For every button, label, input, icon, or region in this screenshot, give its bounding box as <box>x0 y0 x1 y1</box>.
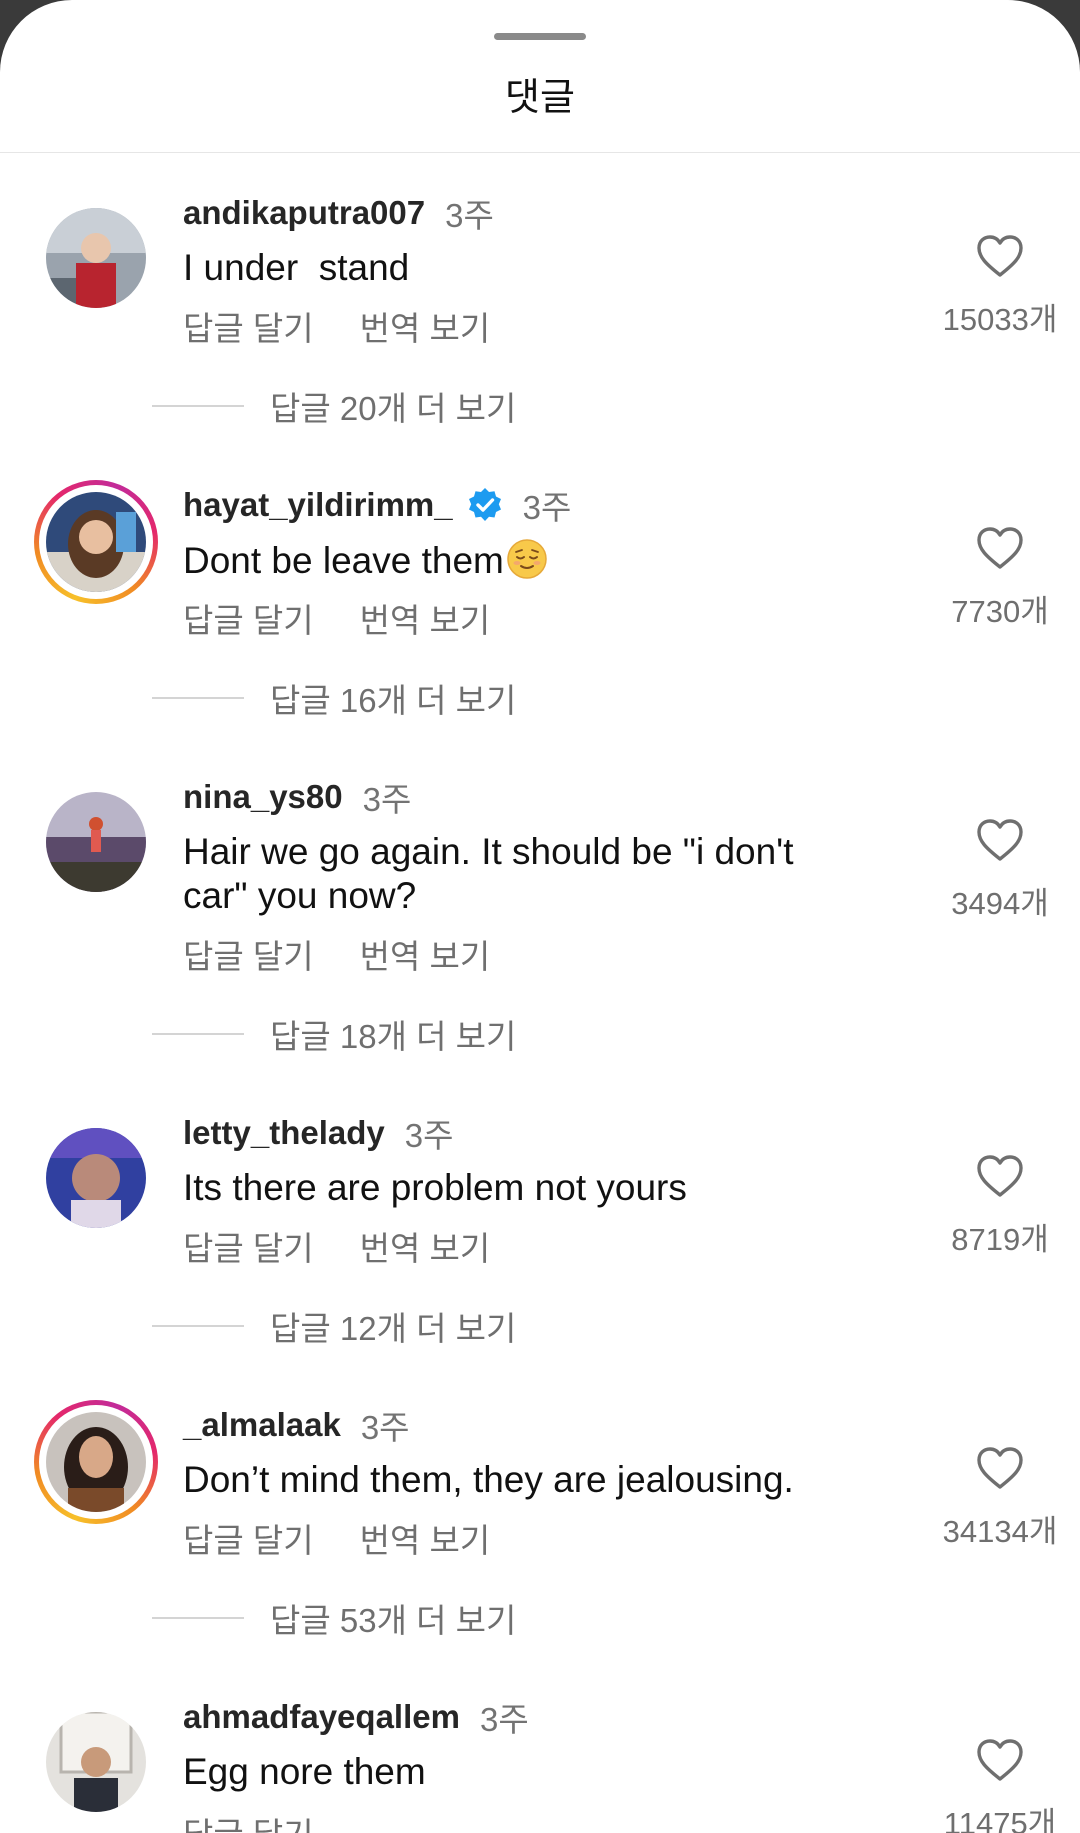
comment-time: 3주 <box>404 1117 454 1154</box>
translate-button[interactable]: 번역 보기 <box>360 1222 491 1270</box>
reply-button[interactable]: 답글 달기 <box>183 302 314 350</box>
comment-username[interactable]: letty_thelady <box>183 1114 385 1152</box>
like-count: 11475개 <box>943 1806 1057 1833</box>
view-more-replies[interactable]: 답글 18개 더 보기 <box>152 1014 516 1055</box>
like-count: 7730개 <box>951 594 1049 629</box>
comment-time: 3주 <box>445 197 494 234</box>
avatar-button[interactable] <box>34 780 158 904</box>
comment-time: 3주 <box>360 1409 410 1446</box>
view-more-replies[interactable]: 답글 20개 더 보기 <box>152 386 516 427</box>
heart-outline-icon[interactable] <box>976 1154 1024 1198</box>
translate-button[interactable]: 번역 보기 <box>360 1514 491 1562</box>
reply-button[interactable]: 답글 달기 <box>183 1514 314 1562</box>
drag-handle[interactable] <box>494 33 586 40</box>
avatar <box>46 208 146 308</box>
reply-button[interactable]: 답글 달기 <box>183 930 314 978</box>
comment-time: 3주 <box>362 781 412 818</box>
comment-text-content: Dont be leave them <box>183 540 504 581</box>
avatar-button[interactable] <box>34 1700 158 1824</box>
comment-username[interactable]: nina_ys80 <box>183 778 343 816</box>
heart-outline-icon[interactable] <box>976 234 1024 278</box>
comment-username[interactable]: andikaputra007 <box>183 194 425 232</box>
avatar <box>46 1712 146 1812</box>
replies-line <box>152 1033 244 1035</box>
like-count: 8719개 <box>951 1222 1049 1257</box>
view-more-replies-label: 답글 16개 더 보기 <box>270 682 517 719</box>
like-count: 15033개 <box>942 302 1058 337</box>
verified-badge-icon <box>468 488 501 521</box>
heart-outline-icon[interactable] <box>976 1738 1024 1782</box>
replies-line <box>152 697 244 699</box>
avatar <box>46 792 146 892</box>
avatar-button[interactable] <box>34 1116 158 1240</box>
comment-text: I under stand <box>183 247 410 288</box>
translate-button[interactable]: 번역 보기 <box>360 302 491 350</box>
view-more-replies[interactable]: 답글 12개 더 보기 <box>152 1306 516 1347</box>
avatar-button[interactable] <box>34 196 158 320</box>
view-more-replies[interactable]: 답글 16개 더 보기 <box>152 678 516 719</box>
view-more-replies-label: 답글 20개 더 보기 <box>270 390 517 427</box>
heart-outline-icon[interactable] <box>976 818 1024 862</box>
view-more-replies-label: 답글 12개 더 보기 <box>270 1310 517 1347</box>
comment-time: 3주 <box>522 489 572 526</box>
comment-username[interactable]: hayat_yildirimm_ <box>183 486 453 524</box>
sheet-title: 댓글 <box>505 75 575 119</box>
like-count: 3494개 <box>951 886 1049 921</box>
header-divider <box>0 152 1080 153</box>
comment-username[interactable]: ahmadfayeqallem <box>183 1698 460 1736</box>
translate-button[interactable]: 번역 보기 <box>360 594 491 642</box>
comment-text: Its there are problem not yours <box>183 1167 687 1208</box>
heart-outline-icon[interactable] <box>976 1446 1024 1490</box>
comments-sheet: 댓글 andikaputra007 3주 I under stand 답글 달기… <box>0 0 1080 1833</box>
replies-line <box>152 1617 244 1619</box>
view-more-replies[interactable]: 답글 53개 더 보기 <box>152 1598 516 1639</box>
view-more-replies-label: 답글 53개 더 보기 <box>270 1602 517 1639</box>
heart-outline-icon[interactable] <box>976 526 1024 570</box>
comment-time: 3주 <box>479 1701 529 1738</box>
avatar <box>46 492 146 592</box>
replies-line <box>152 1325 244 1327</box>
avatar-button[interactable] <box>34 1400 158 1524</box>
comment-username[interactable]: _almalaak <box>183 1406 341 1444</box>
avatar <box>46 1128 146 1228</box>
reply-button[interactable]: 답글 달기 <box>183 1808 314 1833</box>
comment-text: Egg nore them <box>183 1751 426 1792</box>
avatar <box>46 1412 146 1512</box>
translate-button[interactable]: 번역 보기 <box>360 930 491 978</box>
comment-text: Dont be leave them <box>183 538 883 583</box>
reply-button[interactable]: 답글 달기 <box>183 1222 314 1270</box>
reply-button[interactable]: 답글 달기 <box>183 594 314 642</box>
view-more-replies-label: 답글 18개 더 보기 <box>270 1018 517 1055</box>
comment-text: Hair we go again. It should be "i don't … <box>183 831 804 916</box>
relieved-face-emoji-icon <box>507 539 547 579</box>
replies-line <box>152 405 244 407</box>
comment-text: Don’t mind them, they are jealousing. <box>183 1459 794 1500</box>
avatar-button[interactable] <box>34 480 158 604</box>
like-count: 34134개 <box>942 1514 1058 1549</box>
